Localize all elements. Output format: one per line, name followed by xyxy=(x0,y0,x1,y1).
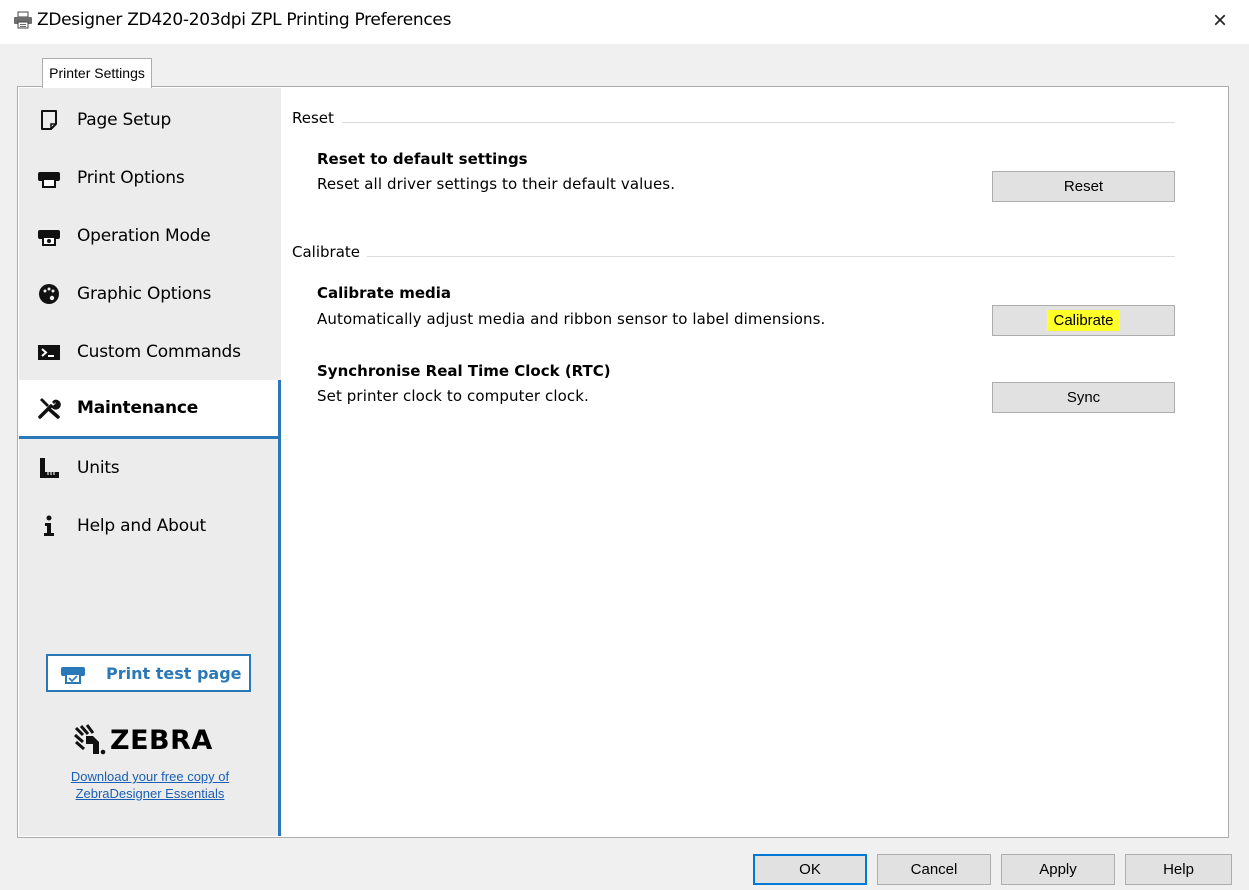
sidebar-item-custom-commands[interactable]: Custom Commands xyxy=(19,323,281,381)
sync-rtc-title: Synchronise Real Time Clock (RTC) xyxy=(317,362,611,380)
reset-section-title: Reset xyxy=(292,109,334,127)
sidebar: Page Setup Print Options Operation Mode … xyxy=(19,88,281,836)
page-icon xyxy=(37,108,61,132)
sidebar-item-label: Help and About xyxy=(77,516,207,536)
settings-panel: Page Setup Print Options Operation Mode … xyxy=(17,86,1229,838)
info-icon xyxy=(37,514,61,538)
print-test-page-label: Print test page xyxy=(106,663,242,683)
sidebar-item-label: Maintenance xyxy=(77,398,199,418)
download-link-line-2: ZebraDesigner Essentials xyxy=(75,786,225,801)
sidebar-item-label: Print Options xyxy=(77,168,185,188)
sidebar-item-print-options[interactable]: Print Options xyxy=(19,149,281,207)
sidebar-item-label: Units xyxy=(77,458,120,478)
calibrate-button-label: Calibrate xyxy=(1047,310,1120,331)
sidebar-item-page-setup[interactable]: Page Setup xyxy=(19,91,281,149)
sidebar-item-graphic-options[interactable]: Graphic Options xyxy=(19,265,281,323)
sidebar-item-label: Custom Commands xyxy=(77,342,241,362)
palette-icon xyxy=(37,282,61,306)
sync-button[interactable]: Sync xyxy=(992,382,1175,413)
window-title: ZDesigner ZD420-203dpi ZPL Printing Pref… xyxy=(37,10,452,30)
close-button[interactable]: × xyxy=(1205,6,1235,36)
sync-rtc-description: Set printer clock to computer clock. xyxy=(317,387,589,405)
reset-default-description: Reset all driver settings to their defau… xyxy=(317,175,676,193)
ok-button[interactable]: OK xyxy=(753,854,867,885)
zebra-logo: ZEBRA xyxy=(73,724,213,756)
print-test-page-button[interactable]: Print test page xyxy=(46,654,251,692)
help-button[interactable]: Help xyxy=(1125,854,1232,885)
calibrate-section-divider xyxy=(367,256,1175,257)
terminal-icon xyxy=(37,340,61,364)
zebra-head-icon xyxy=(74,724,106,755)
printer-test-icon xyxy=(61,667,85,684)
calibrate-media-title: Calibrate media xyxy=(317,284,452,302)
zebradesigner-download-link[interactable]: Download your free copy of ZebraDesigner… xyxy=(19,768,281,802)
calibrate-section-title: Calibrate xyxy=(292,243,360,261)
ruler-icon xyxy=(37,456,61,480)
reset-section-divider xyxy=(342,122,1175,123)
sidebar-item-label: Operation Mode xyxy=(77,226,211,246)
reset-button[interactable]: Reset xyxy=(992,171,1175,202)
title-bar: ZDesigner ZD420-203dpi ZPL Printing Pref… xyxy=(0,0,1249,44)
printer-icon xyxy=(37,166,61,190)
cancel-button[interactable]: Cancel xyxy=(877,854,991,885)
reset-default-title: Reset to default settings xyxy=(317,150,528,168)
printer-icon xyxy=(14,11,32,29)
zebra-brand-text: ZEBRA xyxy=(110,724,213,756)
printer-mode-icon xyxy=(37,224,61,248)
apply-button[interactable]: Apply xyxy=(1001,854,1115,885)
calibrate-media-description: Automatically adjust media and ribbon se… xyxy=(317,310,826,328)
sidebar-item-units[interactable]: Units xyxy=(19,439,281,497)
sidebar-item-operation-mode[interactable]: Operation Mode xyxy=(19,207,281,265)
tools-icon xyxy=(37,396,61,420)
sidebar-item-help-about[interactable]: Help and About xyxy=(19,497,281,555)
tab-printer-settings[interactable]: Printer Settings xyxy=(42,58,152,88)
sidebar-item-label: Page Setup xyxy=(77,110,172,130)
sidebar-item-maintenance[interactable]: Maintenance xyxy=(19,380,281,439)
calibrate-button[interactable]: Calibrate xyxy=(992,305,1175,336)
download-link-line-1: Download your free copy of xyxy=(70,769,230,784)
sidebar-item-label: Graphic Options xyxy=(77,284,212,304)
